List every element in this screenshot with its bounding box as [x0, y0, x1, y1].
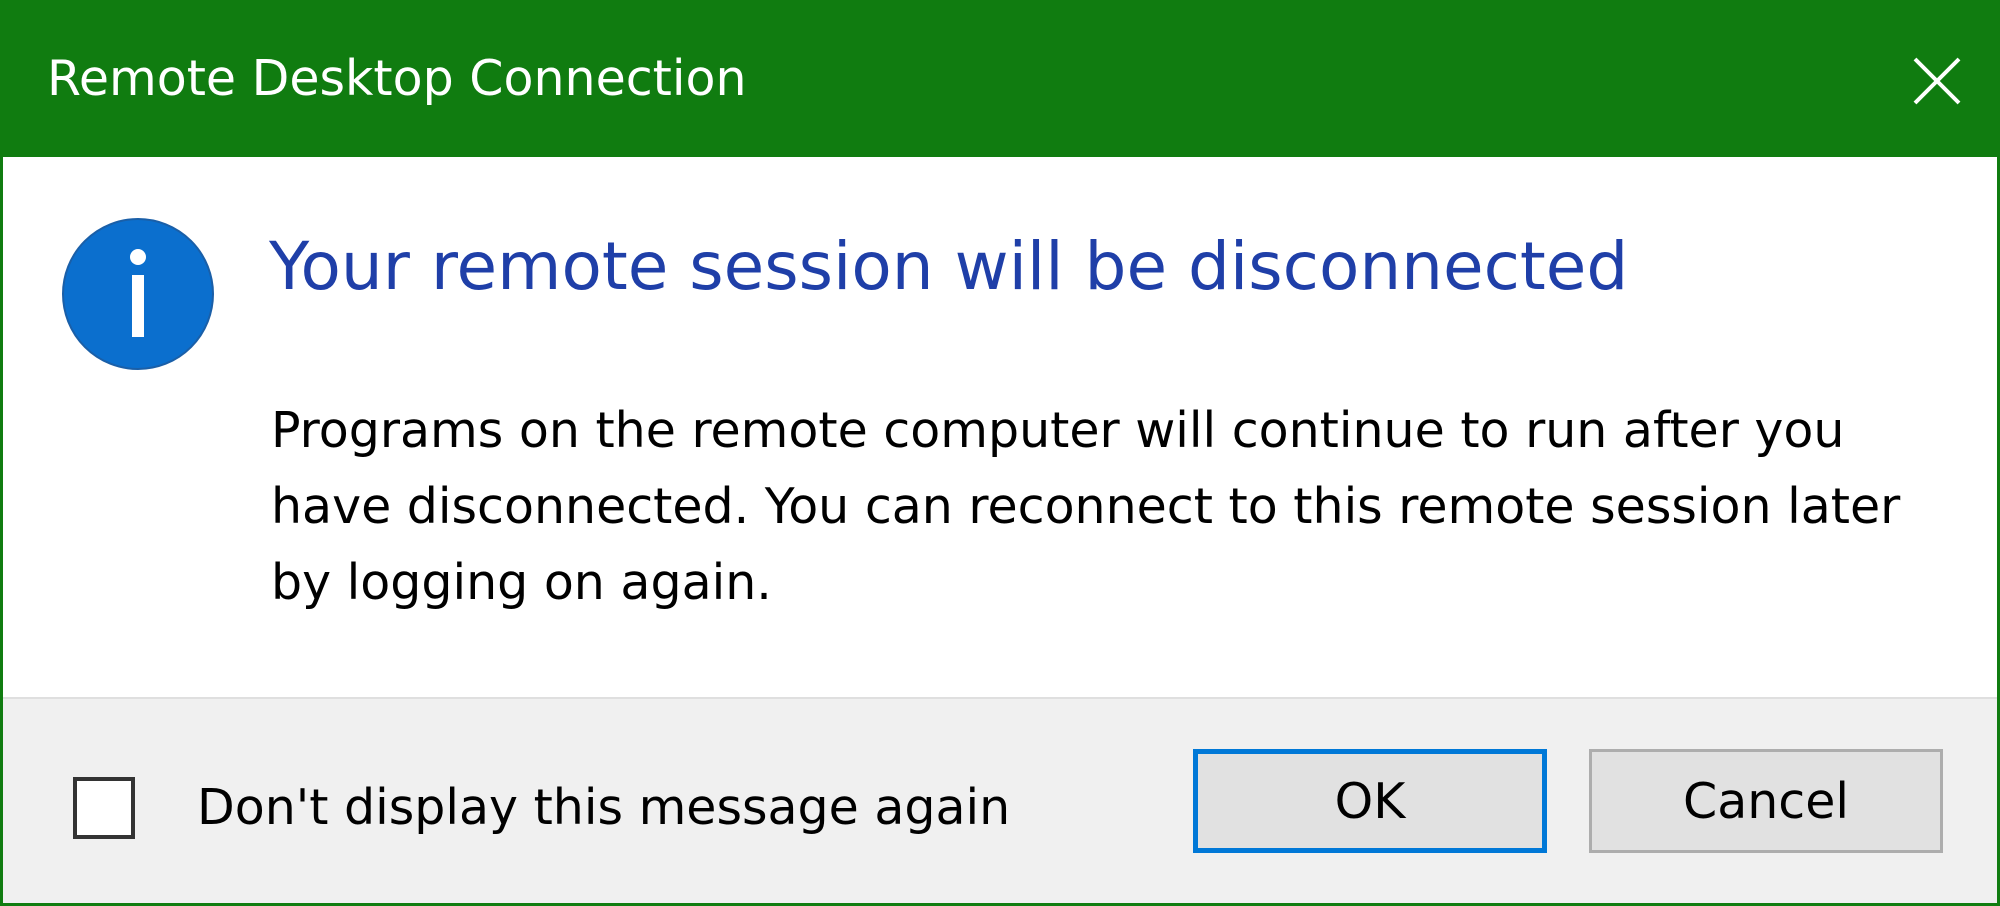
checkbox-label: Don't display this message again [197, 779, 1011, 836]
close-button[interactable] [1877, 3, 1997, 157]
info-icon [62, 218, 214, 370]
body-text: Programs on the remote computer will con… [271, 402, 1901, 611]
window-title: Remote Desktop Connection [47, 50, 747, 107]
dialog-footer: Don't display this message again OK Canc… [3, 697, 1997, 903]
dont-display-checkbox[interactable] [73, 777, 135, 839]
title-bar: Remote Desktop Connection [3, 3, 1997, 157]
ok-button[interactable]: OK [1193, 749, 1547, 853]
dialog-window: Remote Desktop Connection Your remote se… [0, 0, 2000, 906]
main-instruction: Your remote session will be disconnected [269, 228, 1629, 305]
close-icon [1913, 57, 1961, 105]
cancel-button[interactable]: Cancel [1589, 749, 1943, 853]
dialog-content: Your remote session will be disconnected… [3, 157, 1997, 697]
